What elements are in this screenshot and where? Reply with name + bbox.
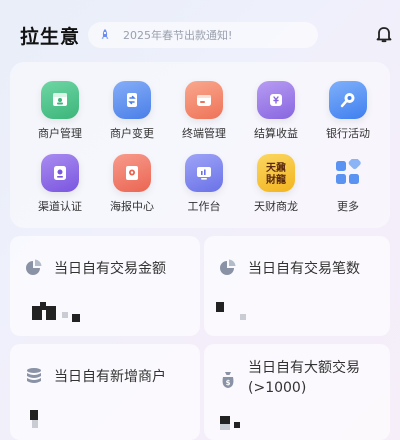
stat-card-new-merchants[interactable]: 当日自有新增商户 [10,344,200,440]
menu-label: 渠道认证 [38,200,82,213]
money-bag-icon: $ [218,370,238,390]
svg-text:天鼐: 天鼐 [266,162,286,174]
rocket-icon [97,27,113,43]
menu-item-settlement[interactable]: 结算收益 [239,81,311,153]
bank-activity-icon [329,81,367,119]
tiancai-logo-icon: 天鼐 財龍 [257,154,295,192]
menu-item-bank-activity[interactable]: 银行活动 [311,81,383,153]
terminal-icon [185,81,223,119]
settlement-icon [257,81,295,119]
stat-title: 当日自有交易金额 [54,261,166,277]
exchange-icon [113,81,151,119]
stat-card-trade-amount[interactable]: 当日自有交易金额 [10,236,200,336]
certify-icon [41,154,79,192]
menu-item-merchant-change[interactable]: 商户变更 [95,81,167,153]
menu-label: 天财商龙 [254,200,298,213]
menu-item-channel-certify[interactable]: 渠道认证 [23,154,95,226]
menu-item-terminal-manage[interactable]: 终端管理 [167,81,239,153]
poster-icon [113,154,151,192]
pie-chart-icon [24,258,44,278]
pie-chart-icon [218,258,238,278]
menu-label: 海报中心 [110,200,154,213]
menu-label: 工作台 [187,200,221,213]
menu-card: 商户管理 商户变更 终端管理 结算收益 银行活动 渠道认证 海报中心 工作台 天… [10,62,390,228]
notice-text: 2025年春节出款通知! [123,29,233,42]
menu-item-merchant-manage[interactable]: 商户管理 [23,81,95,153]
menu-item-workbench[interactable]: 工作台 [167,154,239,226]
stat-card-large-trades[interactable]: $ 当日自有大额交易(>1000) [204,344,390,440]
menu-label: 更多 [337,200,359,213]
more-grid-icon [329,154,367,192]
menu-item-more[interactable]: 更多 [311,154,383,226]
svg-text:$: $ [226,379,231,387]
stat-card-trade-count[interactable]: 当日自有交易笔数 [204,236,390,336]
menu-label: 商户管理 [38,127,82,140]
workbench-icon [185,154,223,192]
stat-title: 当日自有交易笔数 [248,261,360,277]
bell-icon[interactable] [375,25,393,43]
menu-item-tiancai[interactable]: 天鼐 財龍 天财商龙 [239,154,311,226]
database-icon [24,366,44,386]
svg-text:財龍: 財龍 [265,173,286,186]
header: 拉生意 2025年春节出款通知! [0,0,400,70]
menu-label: 终端管理 [182,127,226,140]
menu-label: 商户变更 [110,127,154,140]
menu-item-poster-center[interactable]: 海报中心 [95,154,167,226]
menu-label: 银行活动 [326,127,370,140]
app-title: 拉生意 [20,26,81,48]
stat-title: 当日自有新增商户 [54,369,166,385]
stat-title: 当日自有大额交易(>1000) [248,360,360,396]
menu-label: 结算收益 [254,127,298,140]
notice-bar[interactable]: 2025年春节出款通知! [88,22,318,48]
merchant-icon [41,81,79,119]
